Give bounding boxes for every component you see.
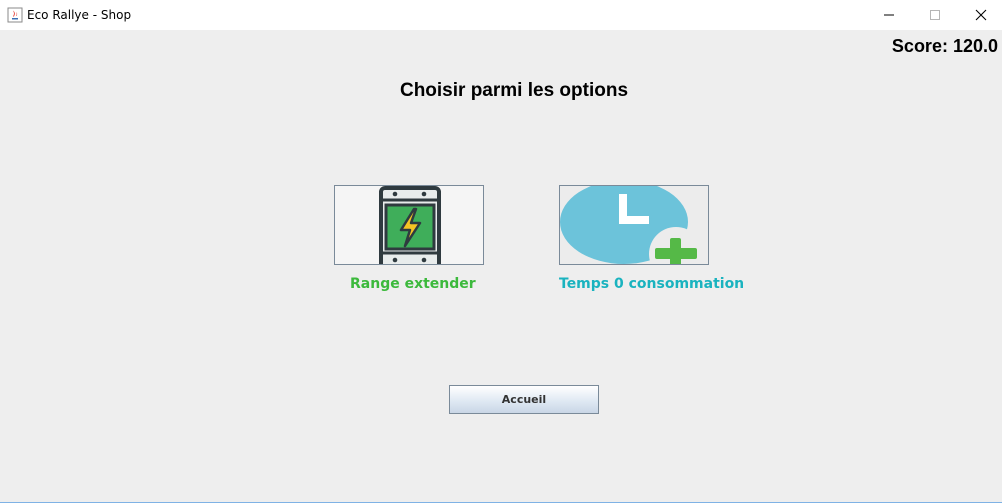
clock-plus-icon <box>560 186 708 264</box>
window-title: Eco Rallye - Shop <box>27 8 132 22</box>
temps-0-consommation-label[interactable]: Temps 0 consommation <box>559 276 744 292</box>
temps-0-consommation-option[interactable] <box>559 185 709 265</box>
minimize-button[interactable] <box>866 0 912 30</box>
accueil-button[interactable]: Accueil <box>449 385 599 414</box>
maximize-icon <box>930 10 940 20</box>
minimize-icon <box>884 14 894 16</box>
battery-charging-icon <box>335 186 483 264</box>
shop-window: Eco Rallye - Shop Score: 120.0 Choisir p… <box>0 0 1002 503</box>
title-bar[interactable]: Eco Rallye - Shop <box>0 0 1002 30</box>
close-button[interactable] <box>958 0 1002 30</box>
range-extender-option[interactable] <box>334 185 484 265</box>
score-label: Score: 120.0 <box>891 36 998 56</box>
range-extender-label[interactable]: Range extender <box>350 276 476 292</box>
page-heading: Choisir parmi les options <box>399 80 629 101</box>
close-icon <box>975 9 987 21</box>
maximize-button[interactable] <box>912 0 958 30</box>
java-icon <box>7 7 23 23</box>
